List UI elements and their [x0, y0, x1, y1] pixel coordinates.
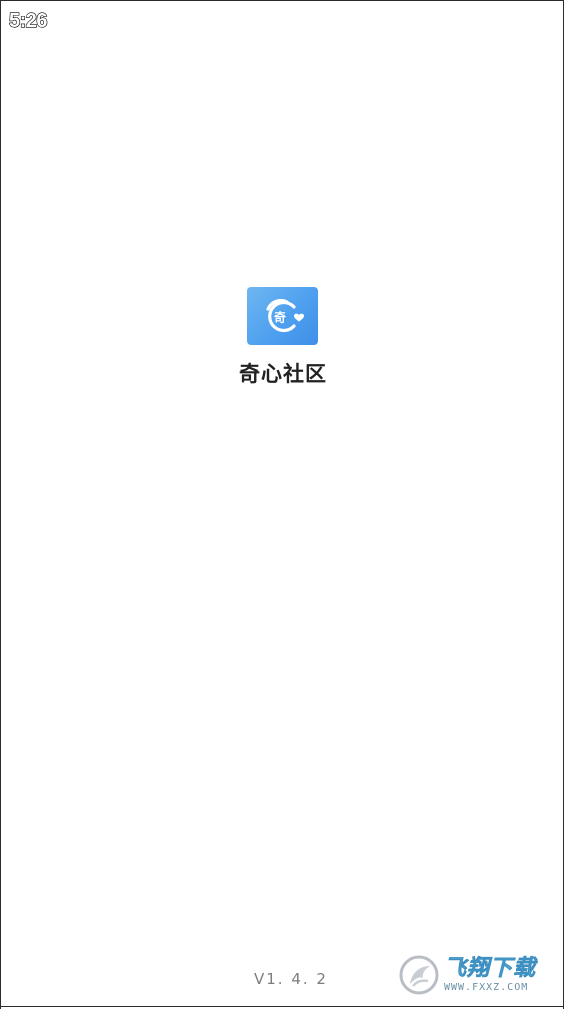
watermark-logo-icon	[398, 954, 440, 996]
watermark-title: 飞翔下载	[444, 956, 537, 982]
watermark-url: WWW.FXXZ.COM	[444, 982, 529, 993]
app-name: 奇心社区	[239, 362, 327, 386]
status-bar-time: 5:26	[8, 9, 48, 32]
app-logo-glyph: 奇	[274, 310, 286, 325]
bottom-divider	[1, 1006, 563, 1007]
app-version: V1. 4. 2	[254, 970, 328, 988]
splash-screen: 5:26 奇 奇心社区 V1. 4. 2 飞翔下载 WWW.FXXZ.COM	[0, 0, 564, 1009]
watermark: 飞翔下载 WWW.FXXZ.COM	[398, 952, 554, 998]
app-logo-icon: 奇	[247, 287, 318, 345]
